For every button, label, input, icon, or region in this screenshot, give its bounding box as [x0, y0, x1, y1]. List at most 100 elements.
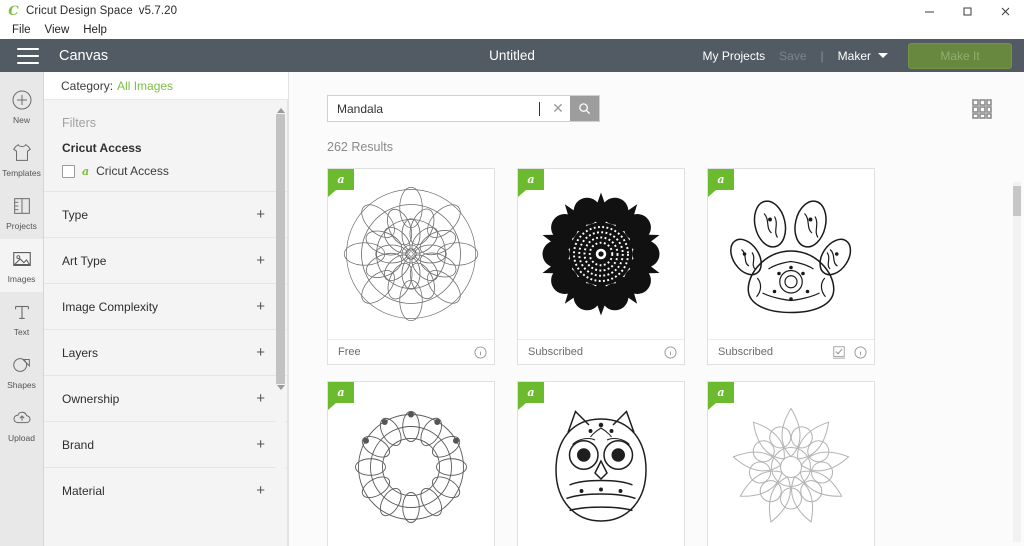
image-thumbnail-mandala-detailed[interactable]	[328, 382, 494, 546]
cricut-access-logo-icon: a	[82, 164, 90, 178]
image-results-grid: a Free a Subscribed a Subscribed a a a	[289, 154, 889, 546]
header-actions: My Projects Save | Maker Make It	[702, 42, 1012, 69]
chevron-down-icon	[878, 53, 888, 58]
image-icon	[10, 247, 34, 271]
sidebar-item-text[interactable]: Text	[0, 292, 43, 345]
filters-scrollbar[interactable]	[276, 108, 285, 540]
image-thumbnail-sunflower-mandala[interactable]	[518, 169, 684, 339]
menu-help[interactable]: Help	[76, 22, 114, 39]
cricut-access-badge: a	[708, 382, 734, 410]
make-it-button[interactable]: Make It	[908, 42, 1012, 69]
sidebar-label-templates: Templates	[2, 168, 41, 178]
sidebar-item-templates[interactable]: Templates	[0, 133, 43, 186]
cricut-access-heading: Cricut Access	[62, 141, 142, 155]
canvas-label[interactable]: Canvas	[59, 48, 108, 64]
filter-label-type: Type	[62, 207, 89, 222]
scroll-up-icon[interactable]	[277, 108, 285, 113]
search-button[interactable]	[570, 96, 599, 121]
category-label: Category:	[61, 78, 114, 93]
search-input[interactable]	[328, 96, 539, 121]
sidebar-label-images: Images	[7, 274, 36, 284]
image-thumbnail-paw-mandala[interactable]	[708, 169, 874, 339]
app-body: New Templates Projects Images Text Shape…	[0, 72, 1024, 546]
cricut-access-badge-icon: a	[717, 386, 725, 399]
cricut-access-badge-icon: a	[717, 173, 725, 186]
filter-label-brand: Brand	[62, 437, 95, 452]
shapes-icon	[10, 353, 34, 377]
filter-row-layers[interactable]: Layers +	[44, 329, 287, 375]
image-card[interactable]: a	[327, 168, 495, 365]
app-version: v5.7.20	[138, 5, 178, 17]
machine-label: Maker	[837, 48, 871, 63]
filter-row-ownership[interactable]: Ownership +	[44, 375, 287, 421]
image-card[interactable]: a	[327, 381, 495, 546]
filter-row-material[interactable]: Material +	[44, 467, 287, 513]
menu-view[interactable]: View	[38, 22, 77, 39]
filters-scroll-area: Filters Cricut Access a Cricut Access Ty…	[44, 100, 288, 546]
expand-icon-image-complexity: +	[256, 298, 265, 315]
cricut-logo-icon: C	[8, 3, 19, 19]
search-box[interactable]: ✕	[327, 95, 600, 122]
image-card[interactable]: a	[707, 381, 875, 546]
expand-icon-art-type: +	[256, 252, 265, 269]
text-icon	[10, 300, 34, 324]
cricut-design-space-window: C Cricut Design Space v5.7.20 File View H…	[0, 0, 1024, 546]
save-button[interactable]: Save	[779, 49, 806, 63]
plus-circle-icon	[10, 88, 34, 112]
machine-selector[interactable]: Maker	[838, 49, 888, 63]
cricut-access-badge-icon: a	[337, 386, 345, 399]
info-icon[interactable]	[664, 345, 677, 359]
info-icon[interactable]	[474, 345, 487, 359]
image-thumbnail-mandala-light[interactable]	[708, 382, 874, 546]
image-status-label: Subscribed	[528, 346, 584, 358]
filter-row-type[interactable]: Type +	[44, 191, 287, 237]
filter-label-art-type: Art Type	[62, 253, 107, 268]
app-header: Canvas Untitled My Projects Save | Maker…	[0, 39, 1024, 72]
cricut-access-checkbox[interactable]	[62, 164, 75, 178]
image-card[interactable]: a	[707, 168, 875, 365]
image-card[interactable]: a	[517, 381, 685, 546]
image-card-icons	[474, 345, 487, 359]
expand-icon-material: +	[256, 482, 265, 499]
minimize-icon	[924, 11, 934, 12]
close-button[interactable]	[986, 0, 1024, 22]
filter-row-image-complexity[interactable]: Image Complexity +	[44, 283, 287, 329]
image-card-icons	[832, 345, 867, 359]
maximize-button[interactable]	[948, 0, 986, 22]
sidebar-item-images[interactable]: Images	[0, 239, 43, 292]
category-value-link[interactable]: All Images	[117, 79, 173, 93]
sidebar-item-projects[interactable]: Projects	[0, 186, 43, 239]
image-thumbnail-mandala-outline[interactable]	[328, 169, 494, 339]
cricut-access-filter-row[interactable]: a Cricut Access	[62, 164, 269, 178]
expand-icon-brand: +	[256, 436, 265, 453]
filters-scrollbar-thumb[interactable]	[276, 108, 285, 390]
filter-row-brand[interactable]: Brand +	[44, 421, 287, 467]
menu-bar: File View Help	[0, 22, 1024, 39]
info-icon[interactable]	[854, 345, 867, 359]
my-projects-link[interactable]: My Projects	[702, 49, 765, 63]
image-thumbnail-owl-mandala[interactable]	[518, 382, 684, 546]
menu-hamburger-icon[interactable]	[17, 47, 39, 64]
select-image-icon[interactable]	[832, 345, 846, 359]
grid-view-toggle[interactable]	[970, 97, 994, 126]
sidebar-item-new[interactable]: New	[0, 80, 43, 133]
filter-label-ownership: Ownership	[62, 391, 120, 406]
upload-cloud-icon	[10, 406, 34, 430]
cricut-access-badge-icon: a	[527, 386, 535, 399]
results-scrollbar-thumb[interactable]	[1013, 186, 1021, 216]
clear-search-icon[interactable]: ✕	[546, 96, 570, 121]
menu-file[interactable]: File	[5, 22, 38, 39]
app-name: Cricut Design Space	[26, 5, 133, 17]
sidebar-item-upload[interactable]: Upload	[0, 398, 43, 451]
image-card[interactable]: a	[517, 168, 685, 365]
image-status-label: Free	[338, 346, 361, 358]
scroll-down-icon[interactable]	[277, 385, 285, 390]
grid-view-icon	[972, 99, 992, 119]
sidebar-item-shapes[interactable]: Shapes	[0, 345, 43, 398]
close-icon	[1001, 7, 1009, 15]
filter-row-art-type[interactable]: Art Type +	[44, 237, 287, 283]
image-card-footer: Free	[328, 339, 494, 364]
minimize-button[interactable]	[910, 0, 948, 22]
filter-label-layers: Layers	[62, 345, 99, 360]
results-scrollbar[interactable]	[1013, 182, 1021, 542]
